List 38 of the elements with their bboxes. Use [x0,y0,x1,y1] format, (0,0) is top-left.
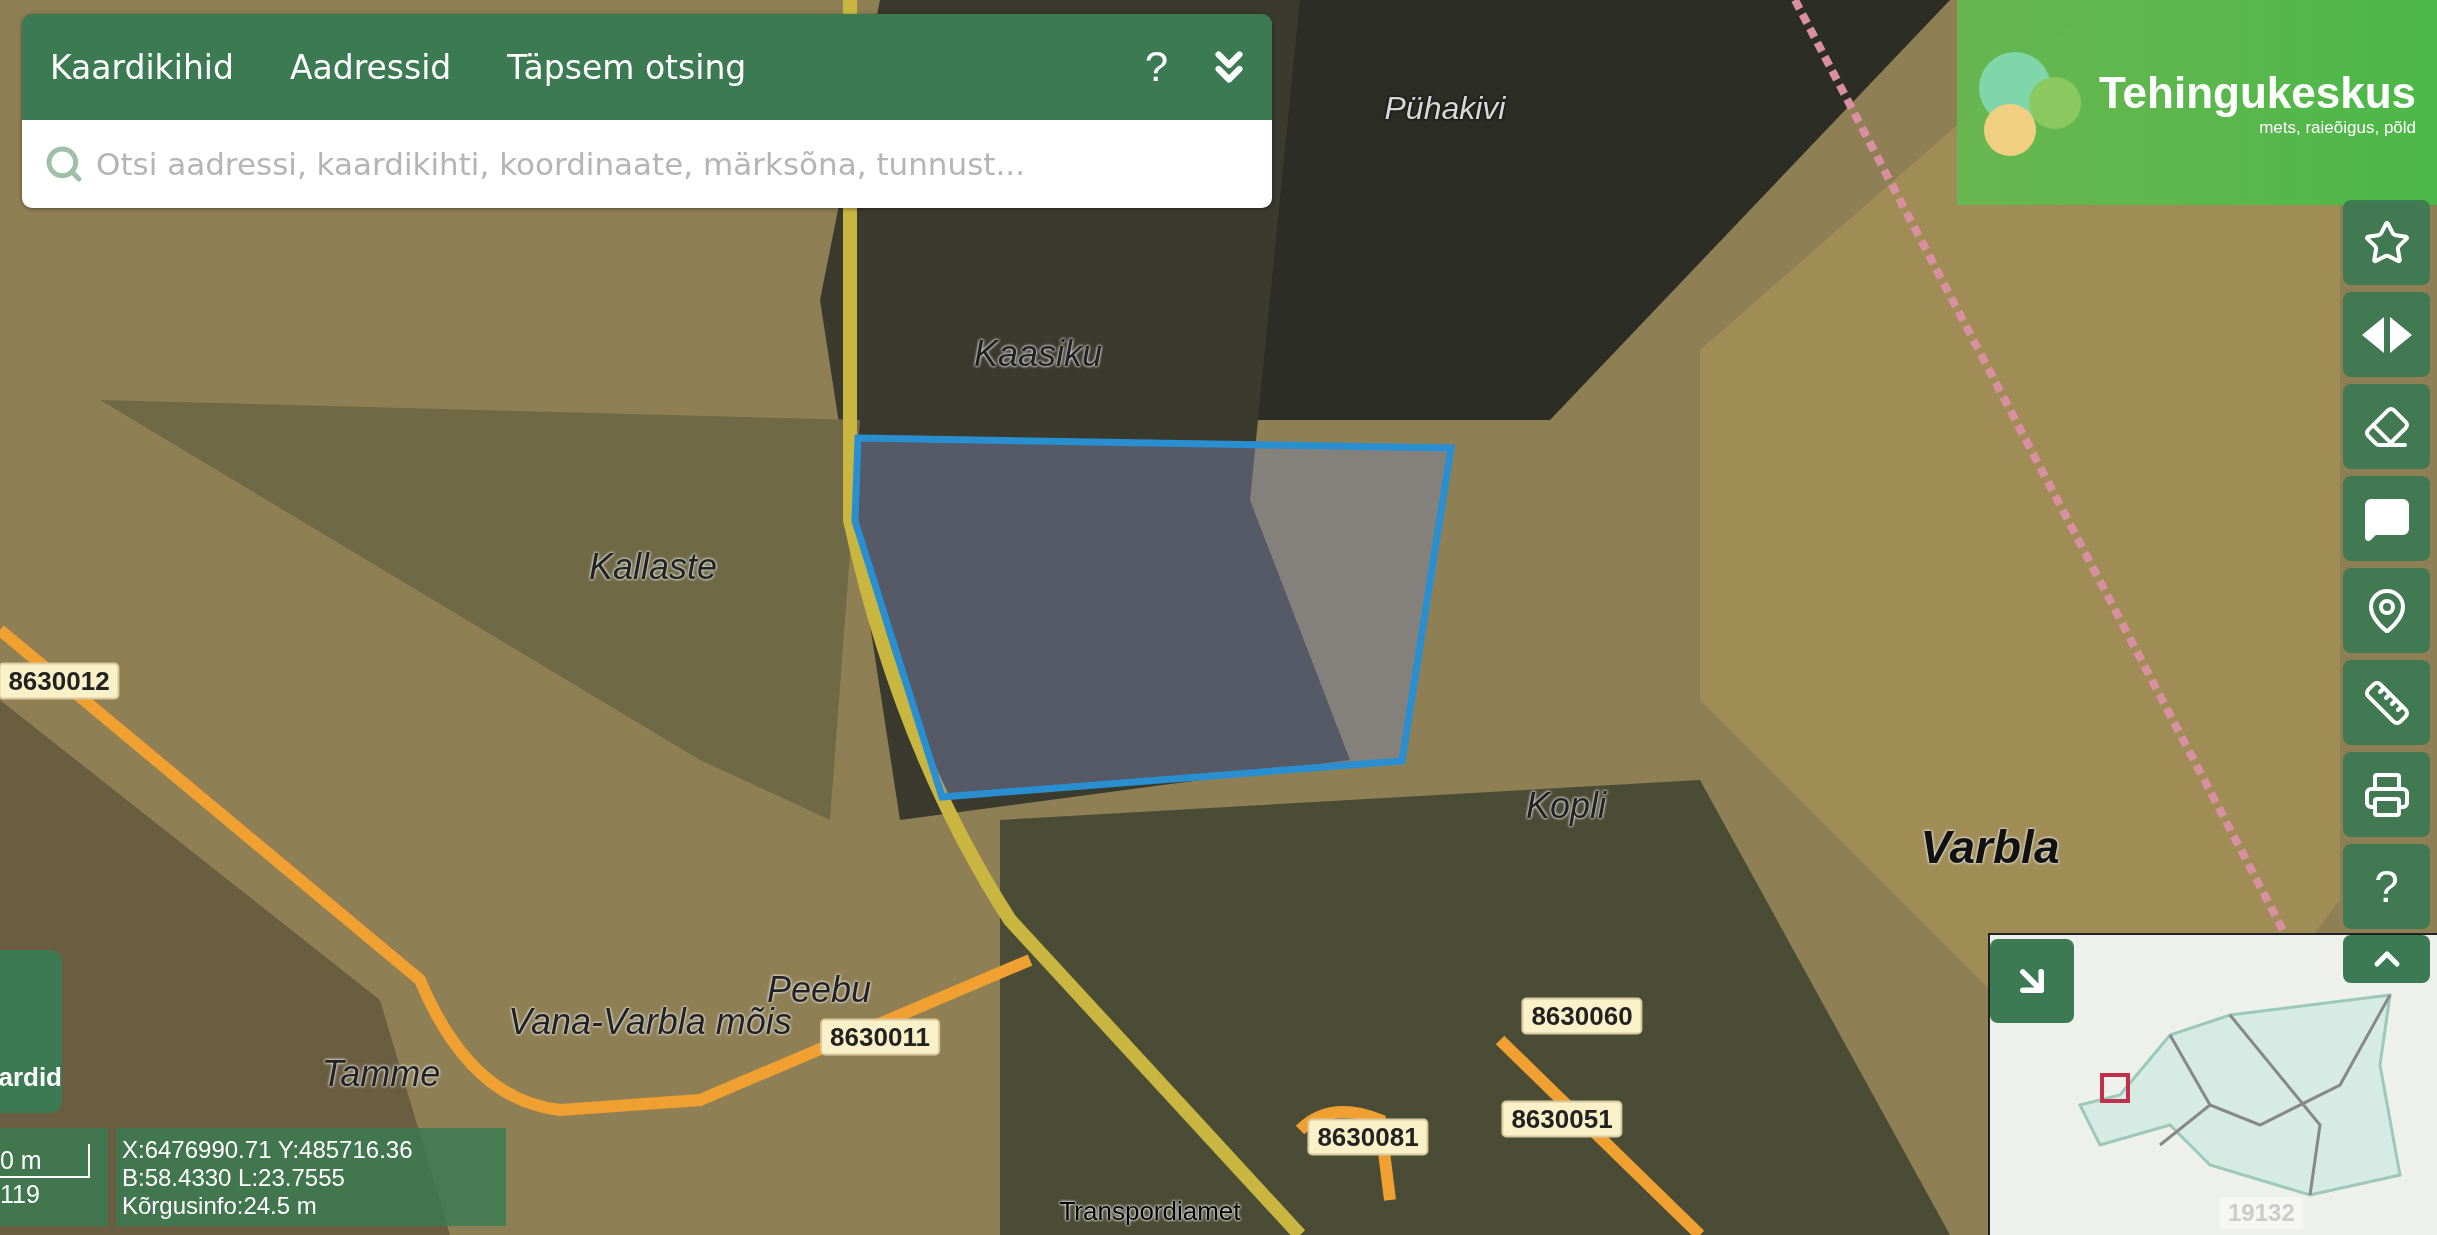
place-name-label: Tamme [321,1053,441,1095]
scale-ratio: 119 [0,1179,41,1210]
place-name-label: Pühakivi [1384,89,1506,127]
panel-tab[interactable]: Aadressid [289,47,452,87]
help-tool-button[interactable]: ? [2343,844,2430,929]
road-number-label: 8630012 [0,662,120,700]
expand-minimap-button[interactable] [1990,939,2074,1023]
road-number-label: 8630060 [1521,997,1643,1035]
map-attribution: Transpordiamet [1059,1195,1241,1227]
coordinate-text: Kõrgusinfo:24.5 m [122,1192,318,1220]
printer-icon [2362,770,2411,819]
place-name-label: Kaasiku [973,333,1103,375]
feedback-tool-button[interactable] [2343,476,2430,561]
search-field[interactable]: Otsi aadressi, kaardikihti, koordinaate, märksõna, tunnust... [22,120,1272,208]
print-tool-button[interactable] [2343,752,2430,837]
road-number-label: 8630081 [1307,1118,1429,1156]
coordinate-text: B:58.4330 L:23.7555 [122,1164,346,1192]
pin-tool-button[interactable] [2343,568,2430,653]
ruler-tool-button[interactable] [2343,660,2430,745]
search-icon [44,144,84,184]
logo-tagline: mets, raieõigus, põld [2259,117,2417,138]
place-name-label: Kopli [1525,785,1607,827]
panel-tab[interactable]: Täpsem otsing [507,47,747,87]
road-number-label: 8630011 [820,1018,940,1056]
collapse-toolbar-button[interactable] [2343,935,2430,983]
panel-tab[interactable]: Kaardikihid [50,47,234,87]
help-button[interactable]: ? [1144,43,1168,91]
map-layers-button[interactable]: ardid [0,950,62,1113]
road-number-label: 8630051 [1501,1100,1623,1138]
coordinate-text: X:6476990.71 Y:485716.36 [122,1136,414,1164]
ruler-icon [2362,678,2411,727]
logo-name: Tehingukeskus [2099,67,2417,118]
split-tool-button[interactable] [2343,292,2430,377]
place-name-label: Varbla [1920,820,2060,874]
eraser-tool-button[interactable] [2343,384,2430,469]
place-name-label: Kallaste [588,546,718,588]
star-tool-button[interactable] [2343,200,2430,285]
scale-bar: 0 m [0,1144,90,1178]
